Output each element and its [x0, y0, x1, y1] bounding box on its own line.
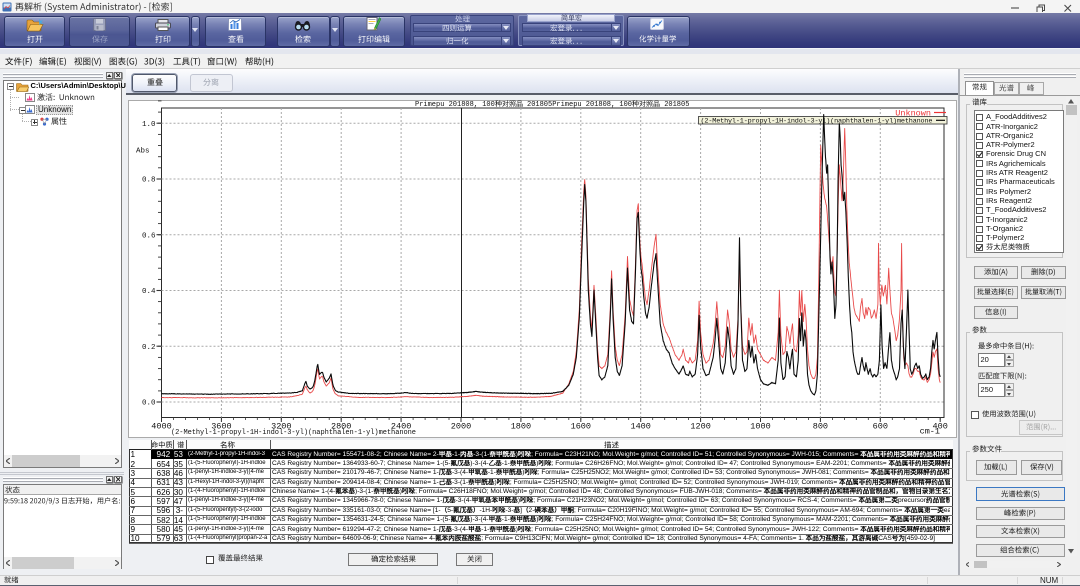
svg-text:1400: 1400: [630, 422, 650, 432]
svg-text:(2-Methyl-1-propyl-1H-indol-3-: (2-Methyl-1-propyl-1H-indol-3-yl)(naphth…: [701, 118, 933, 126]
svg-text:800: 800: [813, 422, 828, 432]
svg-text:0.2: 0.2: [142, 344, 156, 352]
svg-text:4000: 4000: [151, 422, 171, 432]
svg-text:0.0: 0.0: [142, 400, 156, 408]
svg-text:1000: 1000: [750, 422, 770, 432]
svg-text:Abs: Abs: [136, 148, 150, 156]
svg-text:1.0: 1.0: [142, 121, 156, 129]
svg-text:1200: 1200: [690, 422, 710, 432]
svg-text:0.4: 0.4: [142, 288, 156, 296]
svg-text:1600: 1600: [571, 422, 591, 432]
svg-text:0.8: 0.8: [142, 177, 156, 185]
svg-text:1800: 1800: [511, 422, 531, 432]
svg-text:0.6: 0.6: [142, 232, 156, 240]
svg-text:600: 600: [873, 422, 888, 432]
svg-text:cm-1: cm-1: [920, 427, 940, 437]
svg-text:(2-Methyl-1-propyl-1H-indol-3-: (2-Methyl-1-propyl-1H-indol-3-yl)(naphth…: [171, 429, 416, 437]
svg-text:2000: 2000: [451, 422, 471, 432]
